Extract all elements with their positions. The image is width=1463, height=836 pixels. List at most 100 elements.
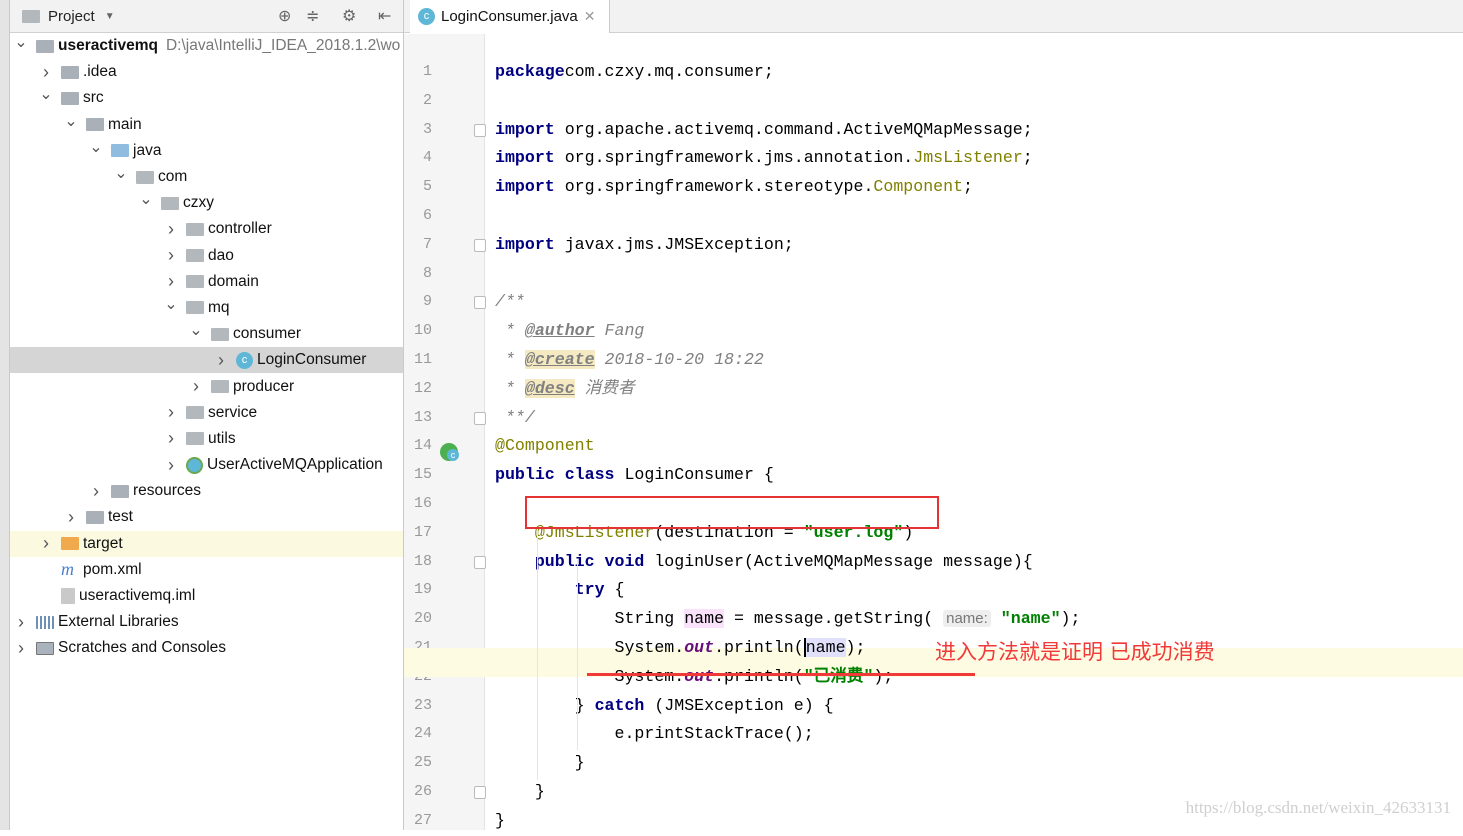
tree-item[interactable]: › target (10, 530, 403, 557)
tree-item[interactable]: › resources (10, 478, 403, 504)
code-line[interactable]: try { (495, 576, 625, 605)
tree-item[interactable]: ⌄ useractivemq D:\java\IntelliJ_IDEA_2018.… (10, 33, 403, 59)
code-token: Component (873, 177, 964, 197)
code-line[interactable]: import javax.jms.JMSException; (495, 231, 794, 260)
chevron-down-icon[interactable]: ⌄ (114, 163, 128, 183)
tree-item[interactable]: ⌄ java (10, 138, 403, 164)
chevron-right-icon[interactable]: › (39, 533, 53, 554)
tree-item[interactable]: ⌄ main (10, 112, 403, 138)
tree-item[interactable]: ⌄ consumer (10, 321, 403, 347)
code-line[interactable]: System.out.println(name); (495, 634, 865, 663)
tree-item[interactable]: › domain (10, 269, 403, 295)
chevron-down-icon[interactable]: ⌄ (64, 111, 78, 131)
tree-item[interactable]: ⌄ mq (10, 295, 403, 321)
code-line[interactable]: String name = message.getString( name: "… (495, 605, 1080, 634)
tree-item[interactable]: ⌄ src (10, 85, 403, 111)
dropdown-arrow-icon[interactable]: ▼ (105, 11, 115, 22)
tree-item[interactable]: m pom.xml (10, 557, 403, 583)
project-panel: Project ▼ ⊕ ≑ ⚙ ⇤ ⌄ useractivemq D:\java\I… (10, 0, 404, 830)
tree-item[interactable]: › c LoginConsumer (10, 347, 403, 374)
code-line[interactable]: e.printStackTrace(); (495, 720, 813, 749)
tree-item[interactable]: › controller (10, 216, 403, 242)
chevron-down-icon[interactable]: ⌄ (139, 189, 153, 209)
chevron-right-icon[interactable]: › (14, 638, 28, 659)
tree-item[interactable]: › producer (10, 373, 403, 399)
code-line[interactable]: * @desc 消费者 (495, 375, 634, 404)
code-line[interactable]: packagecom.czxy.mq.consumer; (495, 58, 774, 87)
chevron-right-icon[interactable]: › (14, 612, 28, 633)
collapse-all-icon[interactable]: ≑ (306, 6, 319, 26)
chevron-right-icon[interactable]: › (164, 271, 178, 292)
chevron-down-icon[interactable]: ⌄ (14, 32, 28, 52)
tree-item[interactable]: › Scratches and Consoles (10, 635, 403, 661)
left-tool-window-strip[interactable] (0, 0, 10, 830)
code-editor[interactable]: packagecom.czxy.mq.consumer; import org.a… (485, 34, 1463, 830)
tree-item[interactable]: › .idea (10, 59, 403, 85)
code-line[interactable]: import org.springframework.jms.annotatio… (495, 144, 1033, 173)
chevron-down-icon[interactable]: ⌄ (39, 84, 53, 104)
chevron-right-icon[interactable]: › (164, 402, 178, 423)
tree-item[interactable]: ⌄ czxy (10, 190, 403, 216)
hide-panel-icon[interactable]: ⇤ (378, 6, 391, 26)
spring-bean-gutter-icon[interactable] (440, 443, 459, 461)
code-line[interactable]: import org.springframework.stereotype.Co… (495, 173, 973, 202)
chevron-right-icon[interactable]: › (164, 219, 178, 240)
chevron-right-icon[interactable]: › (64, 507, 78, 528)
code-line[interactable]: public void loginUser(ActiveMQMapMessage… (495, 548, 1033, 577)
tree-item-label: External Libraries (58, 613, 179, 631)
tree-item[interactable]: ⌄ com (10, 164, 403, 190)
tab-login-consumer-java[interactable]: c LoginConsumer.java ✕ (410, 0, 610, 33)
chevron-right-icon[interactable]: › (189, 376, 203, 397)
code-line[interactable]: @Component (495, 432, 595, 461)
fold-marker-icon[interactable] (474, 555, 486, 569)
code-line[interactable]: **/ (495, 404, 535, 433)
code-line[interactable]: System.out.println("已消费"); (495, 663, 893, 692)
fold-marker-icon[interactable] (474, 123, 486, 137)
code-line[interactable]: import org.apache.activemq.command.Activ… (495, 116, 1033, 145)
code-token: } (495, 753, 585, 773)
code-token: name: (943, 610, 991, 628)
fold-marker-icon[interactable] (474, 786, 486, 799)
project-path: D:\java\IntelliJ_IDEA_2018.1.2\wo (165, 37, 401, 55)
code-line[interactable]: public class LoginConsumer { (495, 461, 774, 490)
chevron-right-icon[interactable]: › (164, 428, 178, 449)
fold-marker-icon[interactable] (474, 296, 486, 310)
tree-item[interactable]: › UserActiveMQApplication (10, 452, 403, 478)
project-panel-title[interactable]: Project (48, 8, 95, 25)
code-token: ); (873, 666, 894, 686)
java-class-icon: c (418, 8, 435, 25)
code-line[interactable]: * @author Fang (495, 317, 644, 346)
code-line[interactable]: } (495, 807, 505, 836)
src-icon (111, 144, 129, 158)
chevron-right-icon[interactable]: › (164, 245, 178, 266)
chevron-right-icon[interactable]: › (214, 350, 228, 371)
tree-item[interactable]: › External Libraries (10, 609, 403, 635)
code-token: ; (1022, 148, 1033, 168)
tree-item[interactable]: › dao (10, 243, 403, 269)
tree-item[interactable]: › test (10, 504, 403, 530)
chevron-right-icon[interactable]: › (89, 481, 103, 502)
chevron-down-icon[interactable]: ⌄ (189, 320, 203, 340)
gear-icon[interactable]: ⚙ (342, 6, 356, 26)
code-line[interactable]: /** (495, 288, 525, 317)
tree-item-label: resources (133, 482, 202, 500)
tree-item[interactable]: › service (10, 400, 403, 426)
code-line[interactable]: } catch (JMSException e) { (495, 692, 834, 721)
chevron-right-icon[interactable]: › (39, 62, 53, 83)
code-token: public class (495, 465, 615, 485)
tree-item[interactable]: useractivemq.iml (10, 583, 403, 609)
chevron-down-icon[interactable]: ⌄ (164, 294, 178, 314)
close-tab-icon[interactable]: ✕ (584, 8, 596, 25)
code-line[interactable]: } (495, 749, 585, 778)
tree-item[interactable]: › utils (10, 426, 403, 452)
line-number: 4 (422, 149, 432, 167)
code-line[interactable]: } (495, 778, 545, 807)
fold-marker-icon[interactable] (474, 238, 486, 252)
locate-icon[interactable]: ⊕ (278, 6, 291, 26)
chevron-down-icon[interactable]: ⌄ (89, 137, 103, 157)
chevron-right-icon[interactable]: › (164, 455, 178, 476)
code-token: org.apache.activemq.command.ActiveMQMapM… (554, 119, 1033, 139)
code-line[interactable]: * @create 2018-10-20 18:22 (495, 346, 764, 375)
fold-marker-icon[interactable] (474, 411, 486, 425)
